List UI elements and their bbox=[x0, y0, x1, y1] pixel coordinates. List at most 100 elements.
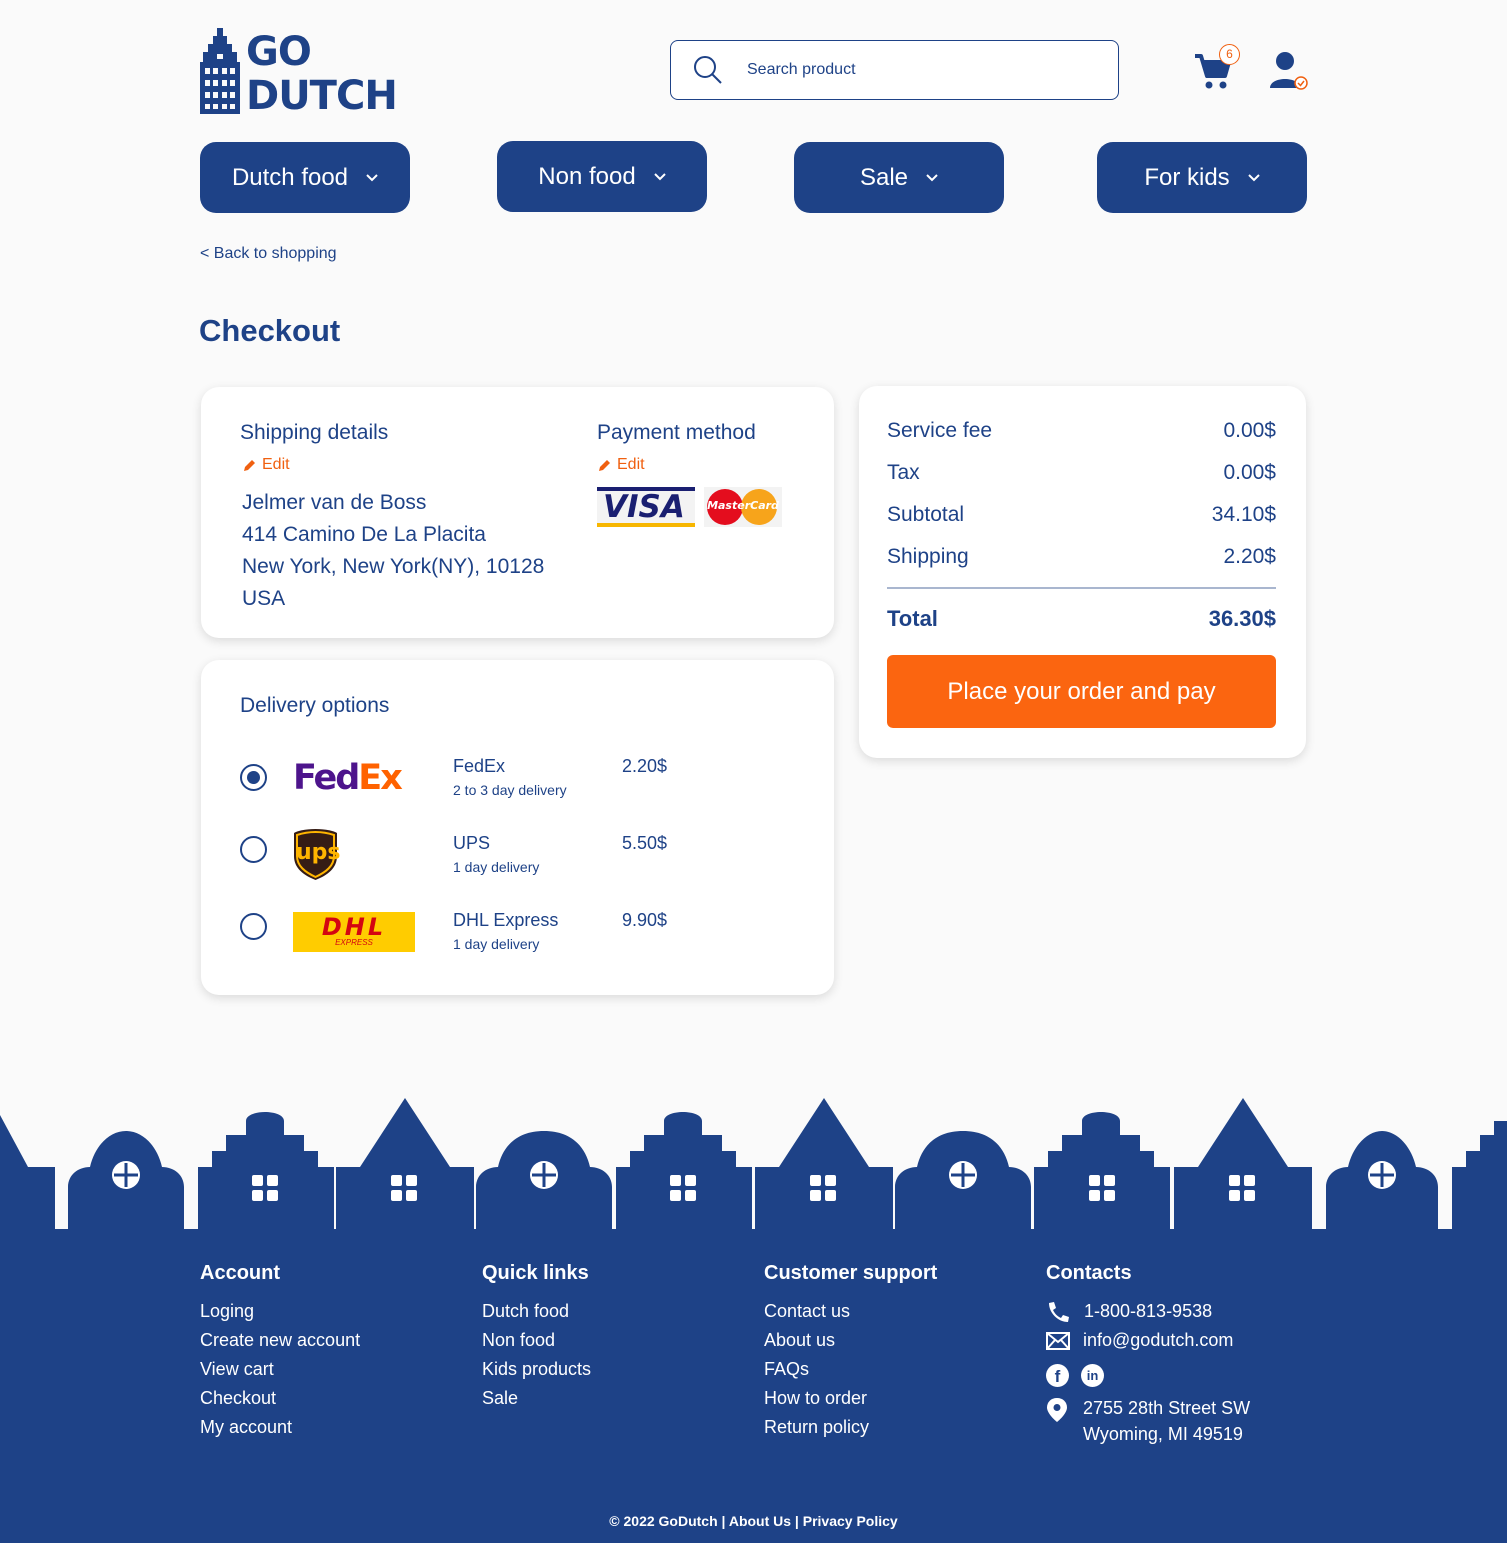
summary-row-total: Total 36.30$ bbox=[887, 606, 1276, 632]
summary-row-service-fee: Service fee 0.00$ bbox=[887, 419, 1276, 443]
carrier-price: 9.90$ bbox=[622, 910, 668, 930]
mastercard-text: MasterCard bbox=[707, 499, 779, 512]
summary-value: 34.10$ bbox=[1211, 503, 1276, 526]
account-button[interactable] bbox=[1266, 50, 1310, 92]
footer-link-my-account[interactable]: My account bbox=[200, 1413, 360, 1442]
address-lines: 2755 28th Street SW Wyoming, MI 49519 bbox=[1083, 1395, 1250, 1447]
contact-address: 2755 28th Street SW Wyoming, MI 49519 bbox=[1046, 1395, 1250, 1447]
shipping-country: USA bbox=[242, 587, 286, 610]
fedex-radio[interactable] bbox=[240, 764, 267, 791]
user-icon bbox=[1270, 52, 1308, 90]
carrier-price: 2.20$ bbox=[622, 756, 668, 776]
phone-icon bbox=[1049, 1301, 1069, 1322]
footer-link-login[interactable]: Loging bbox=[200, 1297, 360, 1326]
place-order-button[interactable]: Place your order and pay bbox=[887, 655, 1276, 728]
shipping-details-title: Shipping details bbox=[240, 421, 389, 444]
fedex-logo-ex: Ex bbox=[358, 758, 403, 798]
dhl-radio[interactable] bbox=[240, 913, 267, 940]
footer-support-column: Customer support Contact us About us FAQ… bbox=[764, 1262, 937, 1442]
logo[interactable]: GO DUTCH bbox=[200, 28, 400, 116]
contact-phone: 1-800-813-9538 bbox=[1046, 1297, 1250, 1326]
summary-value: 0.00$ bbox=[1223, 419, 1276, 442]
edit-shipping-button[interactable]: Edit bbox=[243, 456, 290, 474]
footer-link-create-account[interactable]: Create new account bbox=[200, 1326, 360, 1355]
summary-row-subtotal: Subtotal 34.10$ bbox=[887, 503, 1276, 527]
summary-label: Subtotal bbox=[887, 503, 965, 526]
footer-quick-links-column: Quick links Dutch food Non food Kids pro… bbox=[482, 1262, 591, 1413]
summary-row-tax: Tax 0.00$ bbox=[887, 461, 1276, 485]
carrier-name: FedEx bbox=[453, 756, 506, 776]
location-pin-icon bbox=[1047, 1398, 1067, 1422]
logo-text: GO DUTCH bbox=[246, 29, 398, 116]
footer-link-faqs[interactable]: FAQs bbox=[764, 1355, 937, 1384]
chevron-down-icon bbox=[366, 173, 378, 181]
footer-heading: Quick links bbox=[482, 1262, 589, 1284]
footer-link-return-policy[interactable]: Return policy bbox=[764, 1413, 937, 1442]
search-input[interactable] bbox=[747, 61, 1087, 79]
carrier-price: 5.50$ bbox=[622, 833, 668, 853]
footer-link-kids-products[interactable]: Kids products bbox=[482, 1355, 591, 1384]
privacy-policy-link[interactable]: Privacy Policy bbox=[803, 1513, 898, 1529]
nav-label: Dutch food bbox=[231, 163, 349, 191]
footer-contacts-column: Contacts 1-800-813-9538 info@godutch.com… bbox=[1046, 1262, 1250, 1447]
ups-radio[interactable] bbox=[240, 836, 267, 863]
back-to-shopping-link[interactable]: < Back to shopping bbox=[200, 245, 337, 263]
search-icon[interactable] bbox=[693, 55, 723, 85]
footer-link-contact-us[interactable]: Contact us bbox=[764, 1297, 937, 1326]
mail-icon bbox=[1046, 1331, 1070, 1350]
carrier-name: DHL Express bbox=[453, 910, 559, 930]
nav-label: Sale bbox=[859, 163, 909, 191]
dhl-logo-text: DHL bbox=[321, 913, 387, 941]
facebook-icon[interactable]: f bbox=[1046, 1363, 1069, 1387]
edit-payment-button[interactable]: Edit bbox=[598, 456, 645, 474]
social-links: f in bbox=[1046, 1355, 1250, 1395]
fedex-logo: FedEx bbox=[293, 758, 413, 798]
copyright-text: © 2022 GoDutch | bbox=[609, 1513, 726, 1529]
footer-link-sale[interactable]: Sale bbox=[482, 1384, 591, 1413]
nav-dutch-food[interactable]: Dutch food bbox=[200, 142, 410, 213]
footer-link-dutch-food[interactable]: Dutch food bbox=[482, 1297, 591, 1326]
footer-link-non-food[interactable]: Non food bbox=[482, 1326, 591, 1355]
summary-row-shipping: Shipping 2.20$ bbox=[887, 545, 1276, 569]
summary-value: 2.20$ bbox=[1223, 545, 1276, 568]
carrier-name: UPS bbox=[453, 833, 491, 853]
email-address[interactable]: info@godutch.com bbox=[1083, 1326, 1233, 1355]
ups-logo-text: ups bbox=[296, 840, 341, 865]
cart-count-badge: 6 bbox=[1219, 44, 1240, 65]
footer-about-us-link[interactable]: About Us | bbox=[729, 1513, 799, 1529]
shipping-address: Jelmer van de Boss 414 Camino De La Plac… bbox=[242, 487, 544, 615]
canal-houses-skyline bbox=[0, 1098, 1507, 1231]
total-label: Total bbox=[887, 606, 938, 631]
chevron-down-icon bbox=[653, 172, 666, 180]
footer-link-view-cart[interactable]: View cart bbox=[200, 1355, 360, 1384]
nav-label: Non food bbox=[538, 162, 636, 190]
pencil-icon bbox=[599, 459, 610, 471]
edit-label: Edit bbox=[617, 456, 645, 473]
phone-number[interactable]: 1-800-813-9538 bbox=[1084, 1297, 1212, 1326]
nav-for-kids[interactable]: For kids bbox=[1097, 142, 1307, 213]
shipping-name: Jelmer van de Boss bbox=[242, 491, 427, 514]
pencil-icon bbox=[244, 459, 255, 471]
nav-non-food[interactable]: Non food bbox=[497, 141, 707, 212]
order-summary-card: Service fee 0.00$ Tax 0.00$ Subtotal 34.… bbox=[859, 386, 1306, 758]
delivery-options-title: Delivery options bbox=[240, 694, 390, 717]
cart-button[interactable]: 6 bbox=[1195, 44, 1241, 90]
mastercard-logo: MasterCard bbox=[704, 487, 782, 527]
search-bar bbox=[670, 40, 1119, 100]
page-title: Checkout bbox=[199, 313, 341, 348]
footer-link-how-to-order[interactable]: How to order bbox=[764, 1384, 937, 1413]
summary-divider bbox=[887, 587, 1276, 589]
delivery-options-card: Delivery options FedEx FedEx 2 to 3 day … bbox=[201, 660, 834, 995]
visa-text: VISA bbox=[603, 489, 685, 525]
footer-link-about-us[interactable]: About us bbox=[764, 1326, 937, 1355]
logo-line-1: GO bbox=[246, 29, 312, 75]
nav-sale[interactable]: Sale bbox=[794, 142, 1004, 213]
footer-heading: Contacts bbox=[1046, 1262, 1132, 1284]
footer-account-column: Account Loging Create new account View c… bbox=[200, 1262, 360, 1442]
shipping-street: 414 Camino De La Placita bbox=[242, 523, 486, 546]
footer-link-checkout[interactable]: Checkout bbox=[200, 1384, 360, 1413]
contact-email: info@godutch.com bbox=[1046, 1326, 1250, 1355]
linkedin-icon[interactable]: in bbox=[1081, 1363, 1104, 1387]
canal-house-icon bbox=[200, 28, 240, 114]
copyright-bar: © 2022 GoDutch | About Us | Privacy Poli… bbox=[0, 1513, 1507, 1529]
